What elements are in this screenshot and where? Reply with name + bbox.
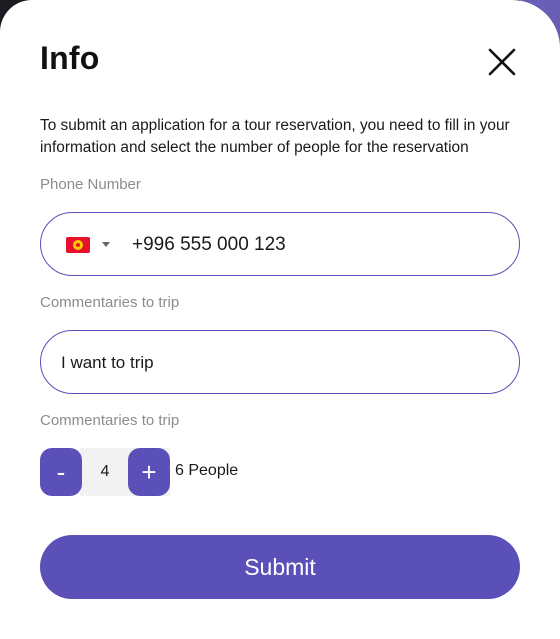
close-icon <box>488 48 516 76</box>
comment-field[interactable] <box>40 330 520 394</box>
phone-field[interactable] <box>40 212 520 276</box>
phone-label: Phone Number <box>40 176 141 193</box>
flag-sun <box>73 240 83 250</box>
increment-button[interactable]: + <box>128 448 170 496</box>
modal-description: To submit an application for a tour rese… <box>40 117 510 156</box>
kyrgyzstan-flag-icon[interactable] <box>66 237 90 253</box>
chevron-down-icon[interactable] <box>102 242 110 247</box>
submit-button[interactable]: Submit <box>40 535 520 599</box>
phone-input[interactable] <box>132 232 492 258</box>
comment-input[interactable] <box>61 351 491 375</box>
minus-icon: - <box>56 457 66 487</box>
decrement-button[interactable]: - <box>40 448 82 496</box>
people-summary: 6 People <box>175 462 239 479</box>
stepper-value: 4 <box>100 463 110 480</box>
plus-icon: + <box>141 457 157 487</box>
people-label: Commentaries to trip <box>40 412 180 429</box>
info-modal: Info To submit an application for a tour… <box>0 0 560 639</box>
close-button[interactable] <box>484 44 520 80</box>
comment-label: Commentaries to trip <box>40 294 180 311</box>
modal-title: Info <box>40 40 100 76</box>
